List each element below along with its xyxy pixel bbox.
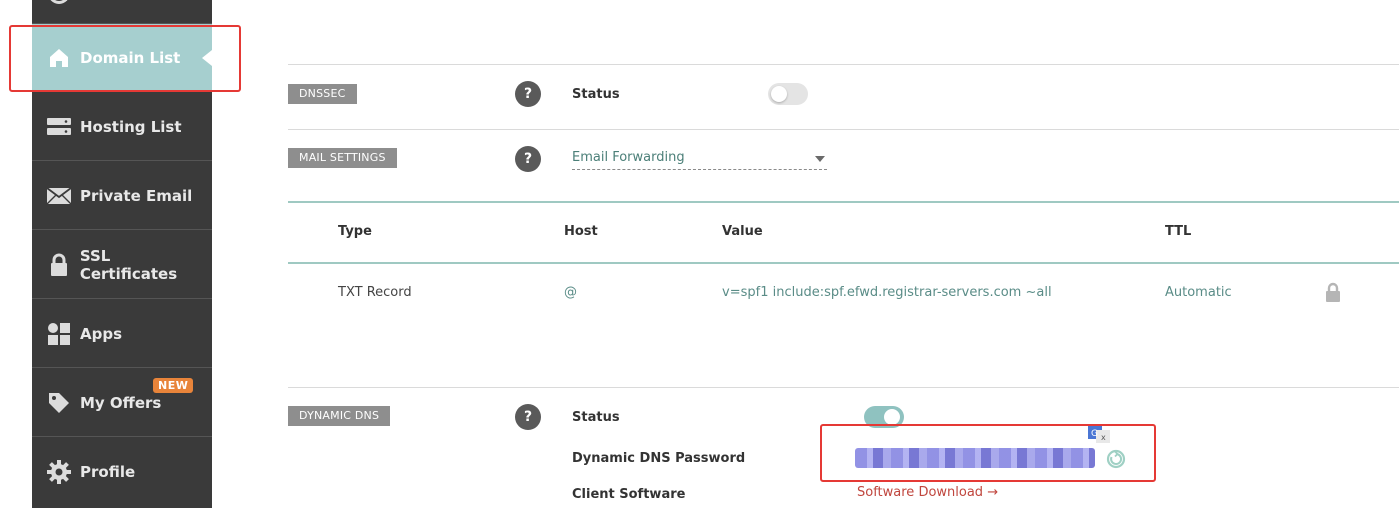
record-ttl: Automatic bbox=[1165, 285, 1232, 300]
mail-settings-tag: MAIL SETTINGS bbox=[288, 148, 397, 168]
sidebar-item-label: Hosting List bbox=[80, 117, 182, 136]
sidebar-item-label: Apps bbox=[80, 324, 123, 343]
chevron-down-icon bbox=[815, 156, 825, 162]
sidebar-item-label: Private Email bbox=[80, 186, 193, 205]
highlight-dynamic-dns-password bbox=[820, 424, 1156, 482]
highlight-domain-list bbox=[9, 25, 241, 92]
sidebar-item-hosting-list[interactable]: Hosting List bbox=[32, 93, 212, 161]
divider bbox=[288, 64, 1399, 65]
column-header-type: Type bbox=[338, 224, 372, 239]
apps-icon bbox=[46, 322, 72, 345]
sidebar-item-label: My Offers bbox=[80, 393, 162, 412]
divider bbox=[288, 129, 1399, 130]
email-forwarding-select[interactable]: Email Forwarding bbox=[572, 150, 827, 170]
select-value: Email Forwarding bbox=[572, 150, 685, 165]
software-download-link[interactable]: Software Download → bbox=[857, 485, 998, 500]
dnssec-tag: DNSSEC bbox=[288, 84, 357, 104]
sidebar-item-profile[interactable]: Profile bbox=[32, 438, 212, 506]
lock-icon bbox=[46, 253, 72, 276]
lock-icon bbox=[1325, 282, 1341, 302]
sidebar-item-apps[interactable]: Apps bbox=[32, 300, 212, 368]
sidebar-item-label: SSL Certificates bbox=[79, 246, 178, 283]
sidebar-item-partial[interactable] bbox=[32, 0, 212, 24]
sidebar-item-my-offers[interactable]: My Offers NEW bbox=[32, 369, 212, 437]
dnssec-help-icon[interactable]: ? bbox=[515, 81, 541, 107]
record-host: @ bbox=[564, 285, 577, 300]
sidebar-item-ssl-certificates[interactable]: SSL Certificates bbox=[32, 231, 212, 299]
sidebar-item-private-email[interactable]: Private Email bbox=[32, 162, 212, 230]
tag-icon bbox=[46, 392, 72, 414]
column-header-value: Value bbox=[722, 224, 763, 239]
dynamic-dns-help-icon[interactable]: ? bbox=[515, 404, 541, 430]
record-type: TXT Record bbox=[338, 285, 412, 300]
dynamic-dns-status-label: Status bbox=[572, 410, 620, 425]
dnssec-status-toggle[interactable] bbox=[768, 83, 808, 105]
table-top-rule bbox=[288, 201, 1399, 203]
client-software-label: Client Software bbox=[572, 487, 686, 502]
divider bbox=[288, 387, 1399, 388]
dashboard-icon bbox=[48, 0, 70, 4]
toggle-knob bbox=[771, 86, 787, 102]
page: Domain List Hosting List Private Email S… bbox=[0, 0, 1399, 532]
gear-icon bbox=[46, 460, 72, 484]
column-header-ttl: TTL bbox=[1165, 224, 1192, 239]
table-header-rule bbox=[288, 262, 1399, 264]
record-value: v=spf1 include:spf.efwd.registrar-server… bbox=[722, 285, 1052, 300]
column-header-host: Host bbox=[564, 224, 598, 239]
dynamic-dns-password-label: Dynamic DNS Password bbox=[572, 451, 746, 466]
sidebar-item-label: Profile bbox=[80, 463, 136, 481]
mail-settings-help-icon[interactable]: ? bbox=[515, 146, 541, 172]
dynamic-dns-tag: DYNAMIC DNS bbox=[288, 406, 391, 426]
toggle-knob bbox=[884, 409, 900, 425]
envelope-icon bbox=[46, 185, 72, 207]
server-icon bbox=[46, 116, 72, 138]
dnssec-status-label: Status bbox=[572, 87, 620, 102]
new-badge: NEW bbox=[153, 378, 194, 393]
